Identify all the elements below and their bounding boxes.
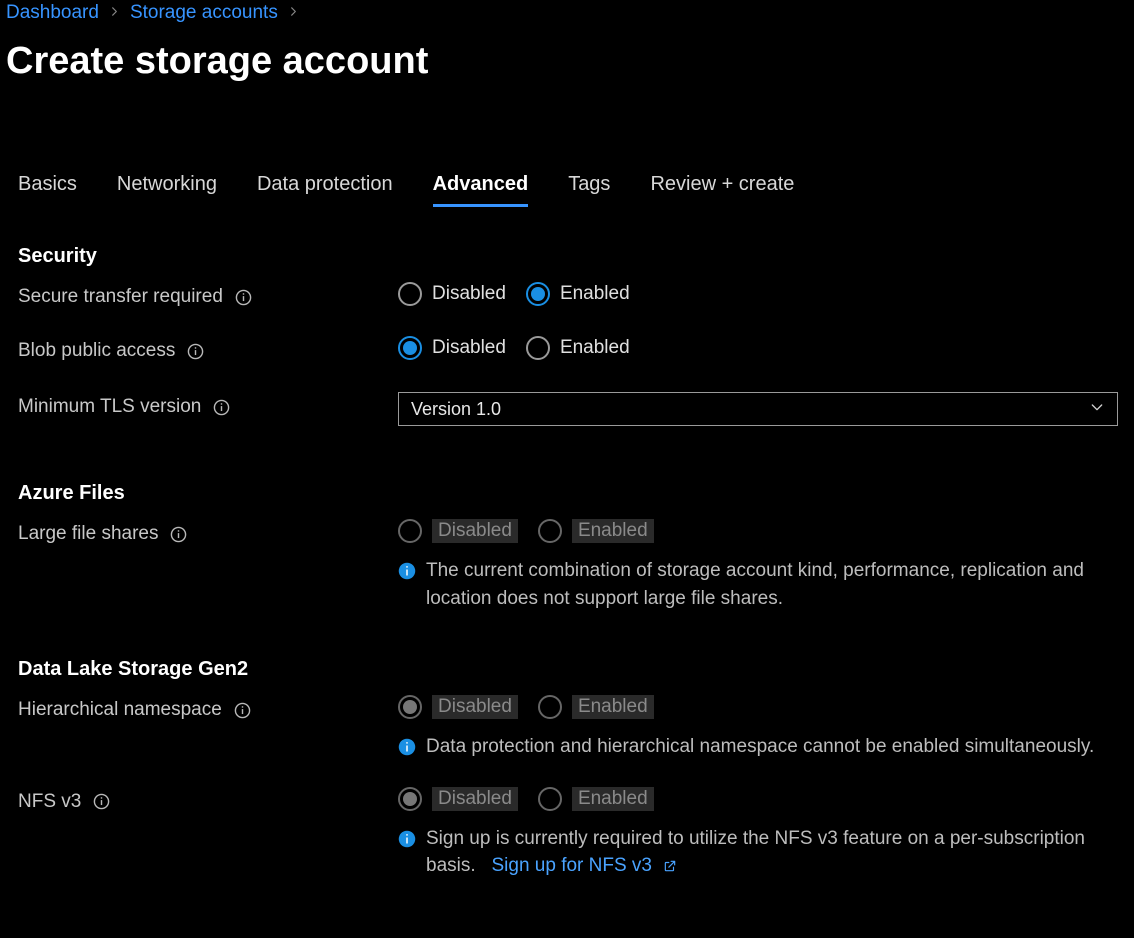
- radio-large-file-shares-disabled: Disabled: [398, 519, 518, 543]
- row-hierarchical-namespace: Hierarchical namespace Disabled Enabled …: [18, 695, 1128, 761]
- radio-indicator: [526, 282, 550, 306]
- section-heading-security: Security: [18, 245, 1128, 268]
- radio-blob-public-disabled[interactable]: Disabled: [398, 336, 506, 360]
- radio-group-nfs-v3: Disabled Enabled: [398, 787, 1118, 811]
- radio-nfs-enabled: Enabled: [538, 787, 654, 811]
- radio-indicator: [398, 282, 422, 306]
- row-nfs-v3: NFS v3 Disabled Enabled Sign up is curre…: [18, 787, 1128, 880]
- page-title: Create storage account: [6, 30, 1128, 93]
- radio-secure-transfer-enabled[interactable]: Enabled: [526, 282, 630, 306]
- radio-label: Disabled: [432, 519, 518, 543]
- row-secure-transfer: Secure transfer required Disabled Enable…: [18, 282, 1128, 308]
- radio-indicator: [398, 787, 422, 811]
- info-note-large-file-shares: The current combination of storage accou…: [398, 557, 1118, 612]
- info-note-text: The current combination of storage accou…: [426, 557, 1118, 612]
- radio-indicator: [398, 519, 422, 543]
- radio-group-hierarchical-namespace: Disabled Enabled: [398, 695, 1118, 719]
- radio-label: Enabled: [572, 519, 654, 543]
- info-note-nfs: Sign up is currently required to utilize…: [398, 825, 1118, 880]
- radio-indicator: [398, 695, 422, 719]
- radio-label: Disabled: [432, 337, 506, 359]
- label-minimum-tls: Minimum TLS version: [18, 396, 201, 418]
- radio-label: Enabled: [572, 787, 654, 811]
- radio-group-secure-transfer: Disabled Enabled: [398, 282, 1118, 306]
- link-signup-nfs[interactable]: Sign up for NFS v3: [491, 855, 677, 876]
- label-secure-transfer: Secure transfer required: [18, 286, 223, 308]
- external-link-icon: [663, 859, 677, 873]
- row-minimum-tls: Minimum TLS version Version 1.0: [18, 392, 1128, 426]
- info-icon[interactable]: [170, 526, 187, 543]
- radio-hns-disabled: Disabled: [398, 695, 518, 719]
- radio-label: Disabled: [432, 283, 506, 305]
- radio-secure-transfer-disabled[interactable]: Disabled: [398, 282, 506, 306]
- breadcrumb: Dashboard Storage accounts: [6, 0, 1128, 30]
- radio-group-blob-public-access: Disabled Enabled: [398, 336, 1118, 360]
- radio-indicator: [538, 787, 562, 811]
- select-value: Version 1.0: [411, 399, 501, 420]
- radio-label: Enabled: [560, 283, 630, 305]
- label-large-file-shares: Large file shares: [18, 523, 158, 545]
- radio-nfs-disabled: Disabled: [398, 787, 518, 811]
- info-icon[interactable]: [213, 399, 230, 416]
- tab-tags[interactable]: Tags: [568, 173, 610, 207]
- radio-label: Enabled: [560, 337, 630, 359]
- radio-indicator: [526, 336, 550, 360]
- radio-indicator: [398, 336, 422, 360]
- section-heading-data-lake: Data Lake Storage Gen2: [18, 658, 1128, 681]
- breadcrumb-link-dashboard[interactable]: Dashboard: [6, 2, 99, 24]
- row-blob-public-access: Blob public access Disabled Enabled: [18, 336, 1128, 362]
- breadcrumb-link-storage-accounts[interactable]: Storage accounts: [130, 2, 278, 24]
- radio-label: Disabled: [432, 695, 518, 719]
- info-note-text: Data protection and hierarchical namespa…: [426, 733, 1094, 761]
- tab-data-protection[interactable]: Data protection: [257, 173, 393, 207]
- info-icon[interactable]: [187, 343, 204, 360]
- radio-label: Enabled: [572, 695, 654, 719]
- info-icon[interactable]: [93, 793, 110, 810]
- radio-indicator: [538, 695, 562, 719]
- info-solid-icon: [398, 829, 416, 847]
- info-solid-icon: [398, 737, 416, 755]
- section-heading-azure-files: Azure Files: [18, 482, 1128, 505]
- label-hierarchical-namespace: Hierarchical namespace: [18, 699, 222, 721]
- tab-bar: Basics Networking Data protection Advanc…: [6, 173, 1128, 207]
- radio-label: Disabled: [432, 787, 518, 811]
- label-nfs-v3: NFS v3: [18, 791, 81, 813]
- label-blob-public-access: Blob public access: [18, 340, 175, 362]
- radio-blob-public-enabled[interactable]: Enabled: [526, 336, 630, 360]
- radio-indicator: [538, 519, 562, 543]
- select-minimum-tls[interactable]: Version 1.0: [398, 392, 1118, 426]
- row-large-file-shares: Large file shares Disabled Enabled The c…: [18, 519, 1128, 612]
- chevron-right-icon: [109, 4, 120, 22]
- info-note-hns: Data protection and hierarchical namespa…: [398, 733, 1118, 761]
- tab-networking[interactable]: Networking: [117, 173, 217, 207]
- chevron-down-icon: [1089, 399, 1105, 420]
- info-icon[interactable]: [234, 702, 251, 719]
- radio-hns-enabled: Enabled: [538, 695, 654, 719]
- tab-advanced[interactable]: Advanced: [433, 173, 529, 207]
- radio-group-large-file-shares: Disabled Enabled: [398, 519, 1118, 543]
- tab-review-create[interactable]: Review + create: [650, 173, 794, 207]
- radio-large-file-shares-enabled: Enabled: [538, 519, 654, 543]
- chevron-right-icon: [288, 4, 299, 22]
- info-icon[interactable]: [235, 289, 252, 306]
- info-solid-icon: [398, 561, 416, 579]
- tab-basics[interactable]: Basics: [18, 173, 77, 207]
